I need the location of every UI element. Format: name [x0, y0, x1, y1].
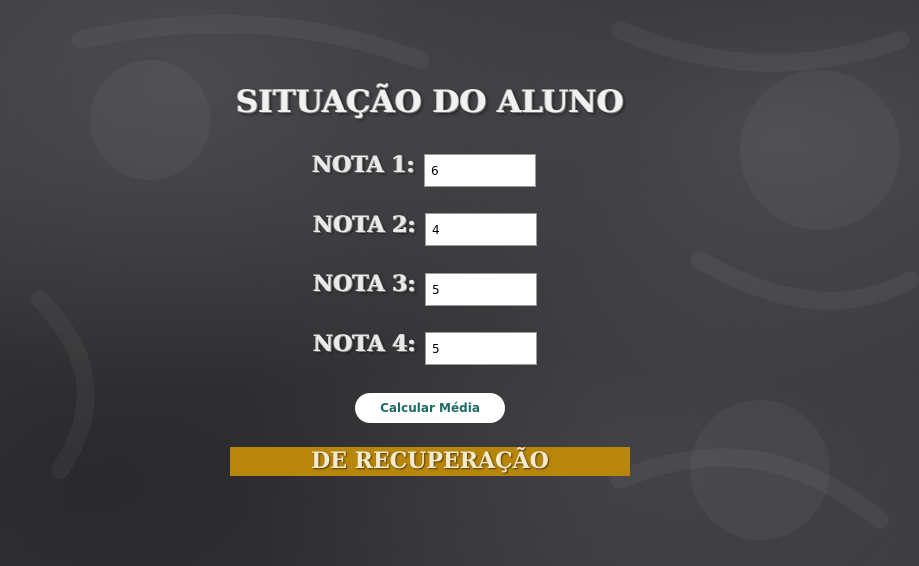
grade-input-3[interactable] [425, 273, 537, 306]
grade-label-3: NOTA 3: [313, 271, 416, 297]
calculate-average-button[interactable]: Calcular Média [355, 393, 505, 423]
grade-row-2: NOTA 2: [300, 212, 416, 246]
page-title: SITUAÇÃO DO ALUNO [236, 84, 624, 120]
grade-label-1: NOTA 1: [312, 152, 415, 178]
grade-label-2: NOTA 2: [313, 212, 416, 238]
grade-input-4[interactable] [425, 332, 537, 365]
grade-row-1: NOTA 1: [300, 152, 416, 186]
grade-input-2[interactable] [425, 213, 537, 246]
grade-row-4: NOTA 4: [300, 331, 416, 365]
grade-input-1[interactable] [424, 154, 536, 187]
grade-label-4: NOTA 4: [313, 331, 416, 357]
grade-row-3: NOTA 3: [300, 271, 416, 305]
result-status: DE RECUPERAÇÃO [230, 447, 630, 476]
